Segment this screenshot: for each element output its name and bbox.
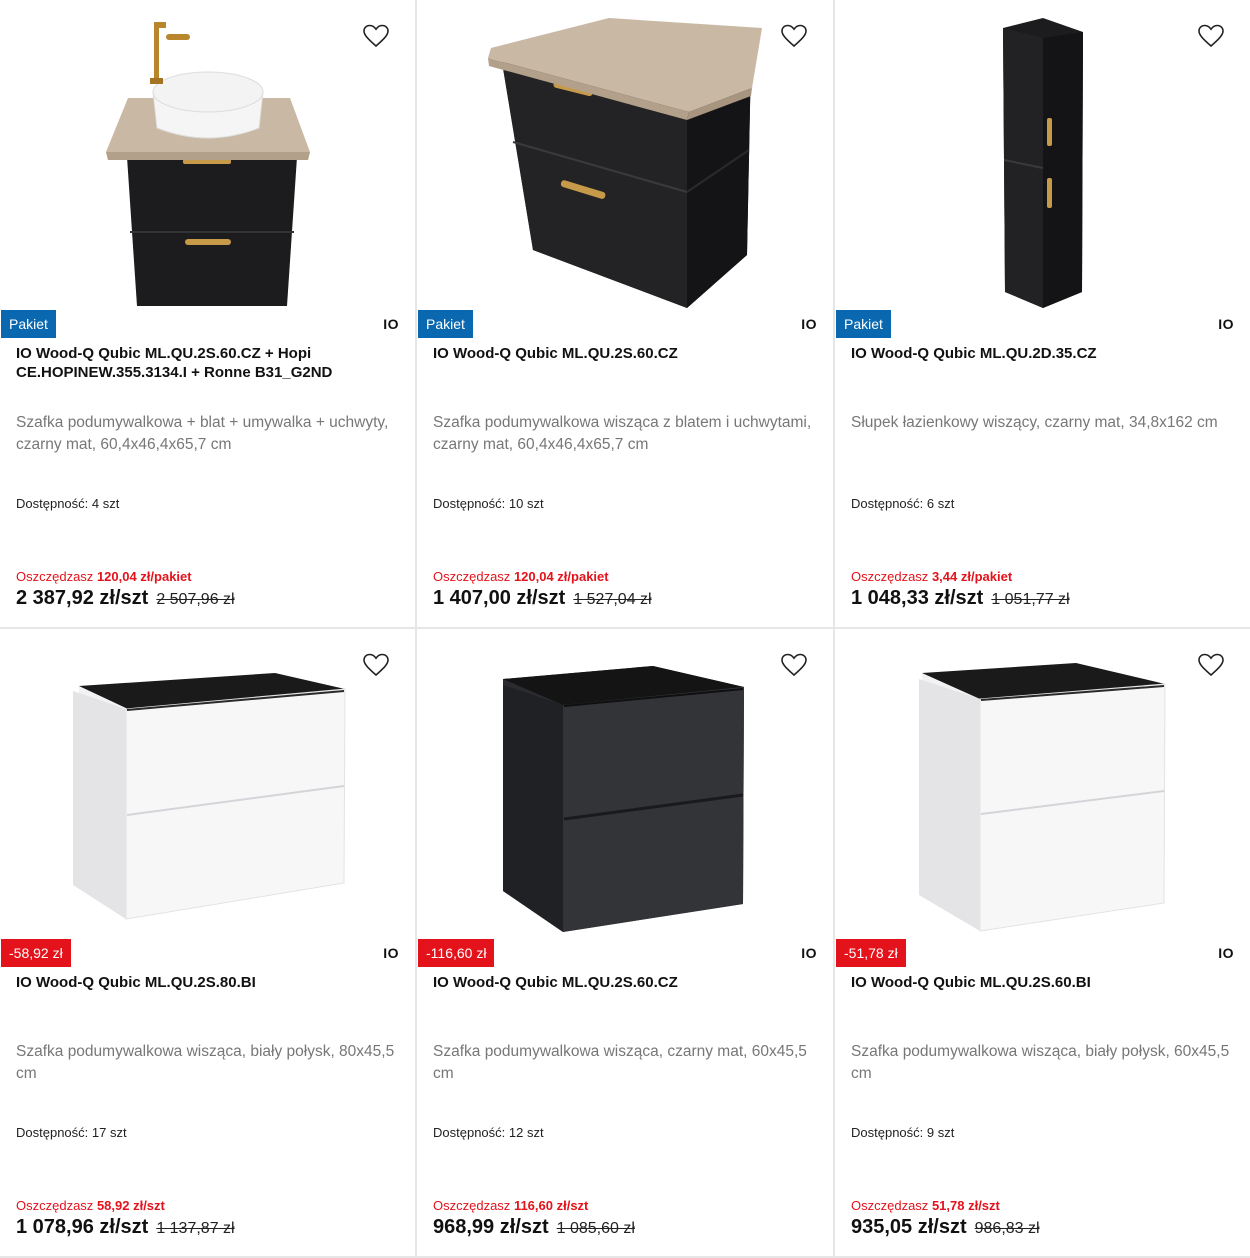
- brand-logo: IO: [801, 316, 817, 332]
- product-grid: Pakiet IO IO Wood-Q Qubic ML.QU.2S.60.CZ…: [0, 0, 1250, 1258]
- product-description: Szafka podumywalkowa + blat + umywalka +…: [16, 414, 389, 453]
- price-row: 968,99 zł/szt 1 085,60 zł: [433, 1216, 635, 1239]
- savings-label: Oszczędzasz: [16, 1198, 94, 1213]
- brand-logo: IO: [383, 316, 399, 332]
- price-row: 1 407,00 zł/szt 1 527,04 zł: [433, 587, 652, 610]
- product-card[interactable]: Pakiet IO IO Wood-Q Qubic ML.QU.2D.35.CZ…: [835, 0, 1250, 627]
- product-title[interactable]: IO Wood-Q Qubic ML.QU.2D.35.CZ: [851, 344, 1221, 363]
- brand-logo: IO: [1218, 316, 1234, 332]
- product-description: Szafka podumywalkowa wisząca, biały poły…: [851, 1043, 1230, 1082]
- savings-label: Oszczędzasz: [851, 1198, 929, 1213]
- savings-label: Oszczędzasz: [851, 569, 929, 584]
- availability-label: Dostępność:: [433, 496, 506, 511]
- product-title[interactable]: IO Wood-Q Qubic ML.QU.2S.60.CZ: [433, 973, 803, 992]
- availability: Dostępność: 17 szt: [16, 1125, 127, 1140]
- availability: Dostępność: 9 szt: [851, 1125, 954, 1140]
- savings-text: Oszczędzasz 120,04 zł/pakiet: [433, 569, 609, 584]
- savings-label: Oszczędzasz: [16, 569, 94, 584]
- current-price: 968,99 zł/szt: [433, 1216, 549, 1238]
- product-description: Szafka podumywalkowa wisząca, czarny mat…: [433, 1043, 807, 1082]
- availability-value: 12 szt: [508, 1125, 544, 1140]
- availability-value: 17 szt: [91, 1125, 127, 1140]
- black-cabinet-icon[interactable]: [417, 629, 833, 939]
- old-price: 986,83 zł: [974, 1220, 1040, 1237]
- black-cabinet-with-top-icon[interactable]: [417, 0, 833, 310]
- savings-value: 51,78 zł/szt: [931, 1198, 1000, 1213]
- old-price: 1 137,87 zł: [156, 1220, 235, 1237]
- product-title[interactable]: IO Wood-Q Qubic ML.QU.2S.60.CZ + Hopi CE…: [16, 344, 386, 382]
- current-price: 1 048,33 zł/szt: [851, 587, 984, 609]
- savings-text: Oszczędzasz 116,60 zł/szt: [433, 1198, 588, 1213]
- brand-logo: IO: [1218, 945, 1234, 961]
- savings-text: Oszczędzasz 58,92 zł/szt: [16, 1198, 165, 1213]
- savings-value: 120,04 zł/pakiet: [513, 569, 609, 584]
- savings-value: 58,92 zł/szt: [96, 1198, 165, 1213]
- availability-label: Dostępność:: [16, 1125, 89, 1140]
- availability: Dostępność: 10 szt: [433, 496, 544, 511]
- heart-outline-icon[interactable]: [363, 653, 389, 677]
- availability-value: 10 szt: [508, 496, 544, 511]
- white-wide-cabinet-icon[interactable]: [0, 629, 415, 939]
- old-price: 1 527,04 zł: [573, 591, 652, 608]
- heart-outline-icon[interactable]: [1198, 24, 1224, 48]
- availability: Dostępność: 12 szt: [433, 1125, 544, 1140]
- savings-value: 116,60 zł/szt: [513, 1198, 589, 1213]
- savings-text: Oszczędzasz 120,04 zł/pakiet: [16, 569, 192, 584]
- savings-text: Oszczędzasz 51,78 zł/szt: [851, 1198, 1000, 1213]
- discount-badge: -51,78 zł: [836, 939, 906, 967]
- product-description: Szafka podumywalkowa wisząca, biały poły…: [16, 1043, 395, 1082]
- white-cabinet-icon[interactable]: [835, 629, 1250, 939]
- product-card[interactable]: -58,92 zł IO IO Wood-Q Qubic ML.QU.2S.80…: [0, 629, 415, 1256]
- old-price: 1 085,60 zł: [556, 1220, 635, 1237]
- heart-outline-icon[interactable]: [1198, 653, 1224, 677]
- product-description: Szafka podumywalkowa wisząca z blatem i …: [433, 414, 812, 453]
- price-row: 1 078,96 zł/szt 1 137,87 zł: [16, 1216, 235, 1239]
- package-badge: Pakiet: [836, 310, 891, 338]
- availability-label: Dostępność:: [433, 1125, 506, 1140]
- savings-value: 3,44 zł/pakiet: [931, 569, 1013, 584]
- availability-label: Dostępność:: [16, 496, 89, 511]
- discount-badge: -58,92 zł: [1, 939, 71, 967]
- current-price: 2 387,92 zł/szt: [16, 587, 149, 609]
- heart-outline-icon[interactable]: [363, 24, 389, 48]
- current-price: 935,05 zł/szt: [851, 1216, 967, 1238]
- product-description: Słupek łazienkowy wiszący, czarny mat, 3…: [851, 414, 1218, 431]
- heart-outline-icon[interactable]: [781, 24, 807, 48]
- package-badge: Pakiet: [1, 310, 56, 338]
- availability-value: 6 szt: [926, 496, 955, 511]
- current-price: 1 078,96 zł/szt: [16, 1216, 149, 1238]
- package-badge: Pakiet: [418, 310, 473, 338]
- brand-logo: IO: [383, 945, 399, 961]
- tall-black-column-icon[interactable]: [835, 0, 1250, 310]
- savings-text: Oszczędzasz 3,44 zł/pakiet: [851, 569, 1012, 584]
- availability-value: 9 szt: [926, 1125, 955, 1140]
- availability-label: Dostępność:: [851, 1125, 924, 1140]
- old-price: 2 507,96 zł: [156, 591, 235, 608]
- product-card[interactable]: -51,78 zł IO IO Wood-Q Qubic ML.QU.2S.60…: [835, 629, 1250, 1256]
- availability-value: 4 szt: [91, 496, 120, 511]
- savings-label: Oszczędzasz: [433, 569, 511, 584]
- availability: Dostępność: 6 szt: [851, 496, 954, 511]
- price-row: 1 048,33 zł/szt 1 051,77 zł: [851, 587, 1070, 610]
- discount-badge: -116,60 zł: [418, 939, 495, 967]
- current-price: 1 407,00 zł/szt: [433, 587, 566, 609]
- availability-label: Dostępność:: [851, 496, 924, 511]
- black-vanity-with-sink-icon[interactable]: [0, 0, 415, 310]
- savings-value: 120,04 zł/pakiet: [96, 569, 192, 584]
- availability: Dostępność: 4 szt: [16, 496, 119, 511]
- brand-logo: IO: [801, 945, 817, 961]
- heart-outline-icon[interactable]: [781, 653, 807, 677]
- product-title[interactable]: IO Wood-Q Qubic ML.QU.2S.80.BI: [16, 973, 386, 992]
- product-title[interactable]: IO Wood-Q Qubic ML.QU.2S.60.BI: [851, 973, 1221, 992]
- price-row: 2 387,92 zł/szt 2 507,96 zł: [16, 587, 235, 610]
- product-card[interactable]: -116,60 zł IO IO Wood-Q Qubic ML.QU.2S.6…: [417, 629, 833, 1256]
- product-title[interactable]: IO Wood-Q Qubic ML.QU.2S.60.CZ: [433, 344, 803, 363]
- savings-label: Oszczędzasz: [433, 1198, 511, 1213]
- product-card[interactable]: Pakiet IO IO Wood-Q Qubic ML.QU.2S.60.CZ…: [0, 0, 415, 627]
- price-row: 935,05 zł/szt 986,83 zł: [851, 1216, 1040, 1239]
- product-card[interactable]: Pakiet IO IO Wood-Q Qubic ML.QU.2S.60.CZ…: [417, 0, 833, 627]
- old-price: 1 051,77 zł: [991, 591, 1070, 608]
